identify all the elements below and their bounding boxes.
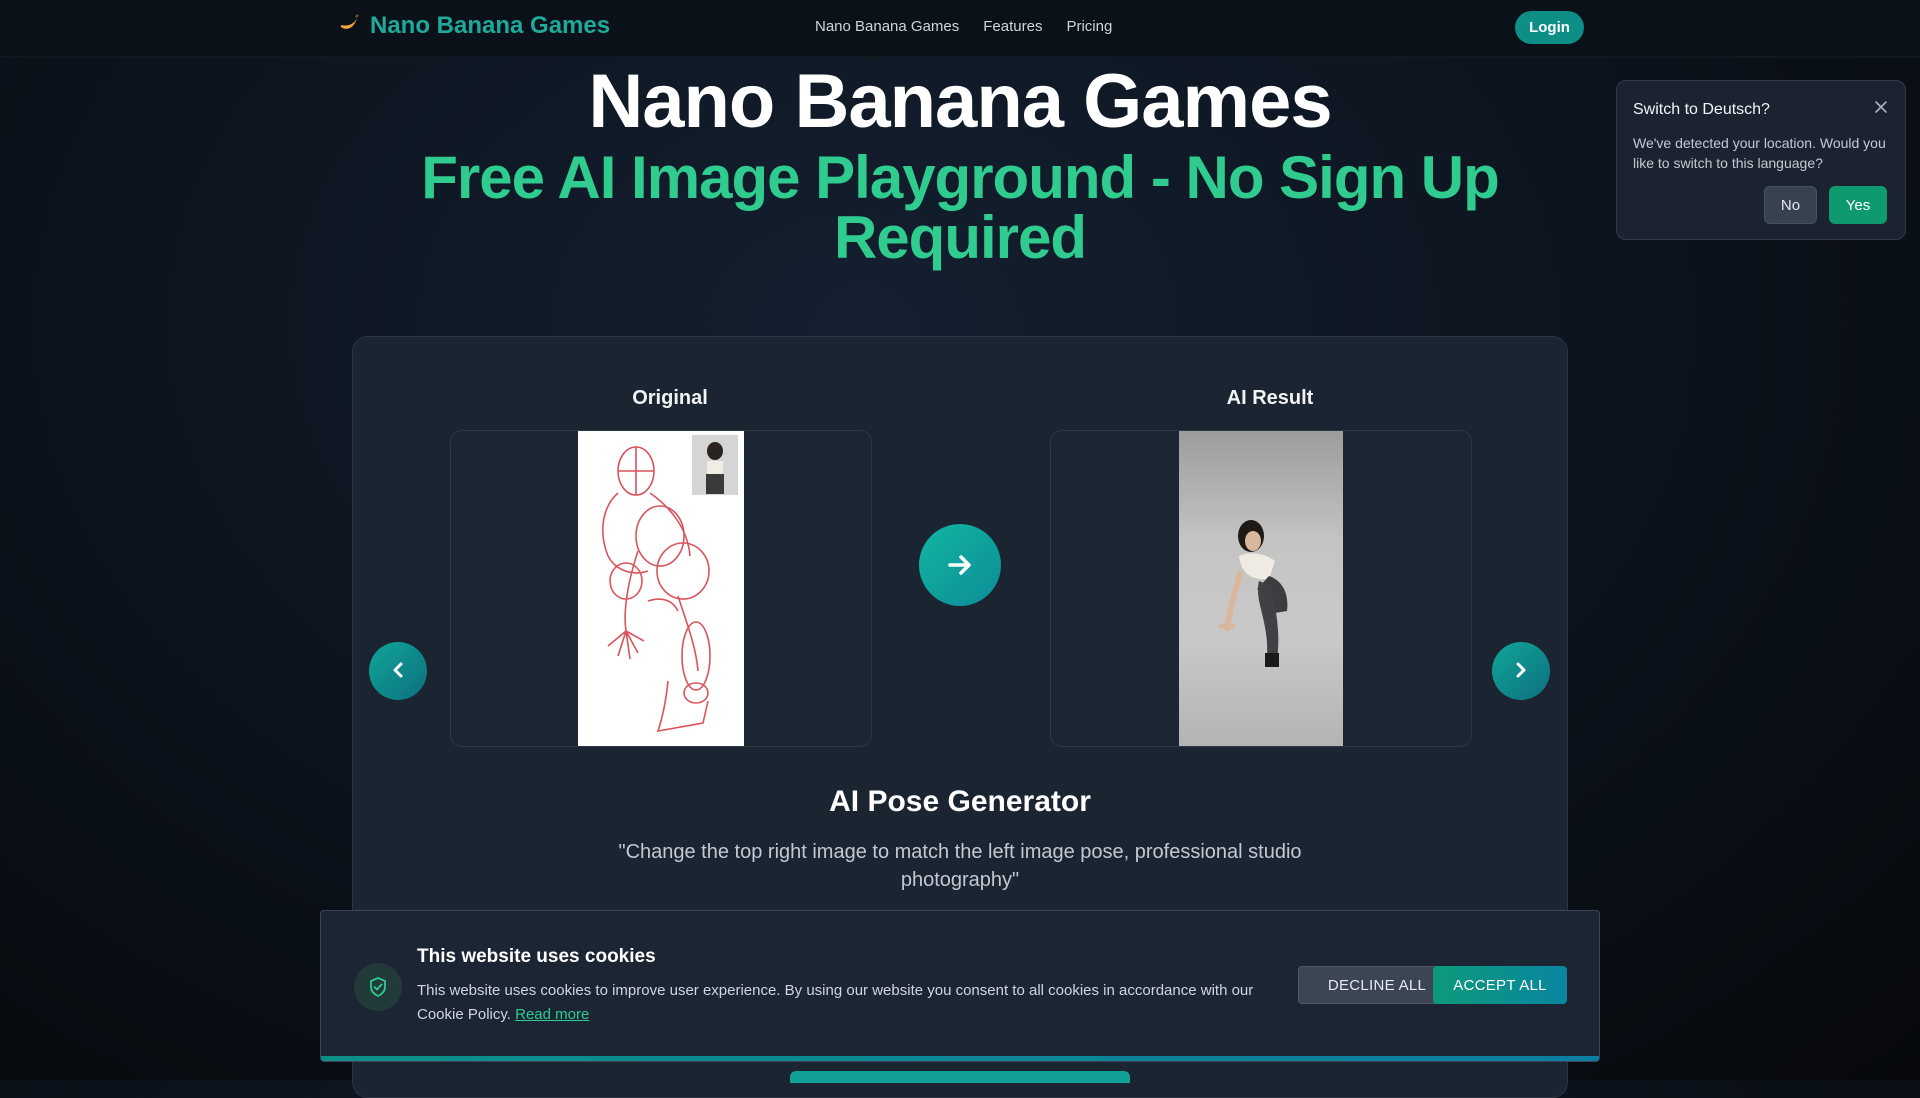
brand-name: Nano Banana Games — [370, 12, 611, 39]
brand-logo-link[interactable]: Nano Banana Games — [338, 12, 610, 40]
close-icon[interactable] — [1871, 97, 1891, 117]
navbar: Nano Banana Games Nano Banana Games Feat… — [0, 0, 1920, 58]
language-switch-popup: Switch to Deutsch? We've detected your l… — [1616, 80, 1906, 240]
original-label: Original — [632, 387, 708, 409]
language-popup-message: We've detected your location. Would you … — [1633, 135, 1886, 171]
accept-all-button[interactable]: ACCEPT ALL — [1433, 966, 1567, 1004]
language-popup-title: Switch to Deutsch? — [1633, 101, 1770, 118]
ai-result-photo — [1179, 431, 1343, 746]
language-yes-button[interactable]: Yes — [1829, 186, 1887, 224]
hero-subtitle: Free AI Image Playground - No Sign Up Re… — [421, 144, 1500, 271]
feature-title: AI Pose Generator — [829, 785, 1091, 818]
arrow-right-icon — [919, 524, 1001, 606]
nav-link-features[interactable]: Features — [983, 18, 1042, 35]
result-label: AI Result — [1226, 387, 1314, 409]
banana-icon — [338, 12, 360, 40]
previous-slide-button[interactable] — [369, 642, 427, 700]
bottom-cta-button[interactable] — [790, 1071, 1130, 1083]
shield-check-icon — [354, 963, 402, 1011]
nav-link-pricing[interactable]: Pricing — [1066, 18, 1112, 35]
original-sketch-image — [578, 431, 744, 746]
main-nav: Nano Banana Games Features Pricing — [815, 18, 1112, 35]
cookie-banner: This website uses cookies This website u… — [320, 910, 1600, 1062]
cookie-read-more-link[interactable]: Read more — [515, 1006, 589, 1023]
language-no-button[interactable]: No — [1764, 186, 1817, 224]
cookie-accent-bar — [321, 1056, 1599, 1061]
nav-link-home[interactable]: Nano Banana Games — [815, 18, 959, 35]
cookie-body: This website uses cookies to improve use… — [417, 979, 1277, 1027]
next-slide-button[interactable] — [1492, 642, 1550, 700]
result-image-frame — [1050, 430, 1472, 747]
original-image-frame — [450, 430, 872, 747]
chevron-right-icon — [1511, 660, 1531, 683]
login-button[interactable]: Login — [1515, 11, 1584, 44]
cookie-title: This website uses cookies — [417, 946, 656, 967]
feature-prompt: "Change the top right image to match the… — [618, 841, 1302, 891]
chevron-left-icon — [388, 660, 408, 683]
